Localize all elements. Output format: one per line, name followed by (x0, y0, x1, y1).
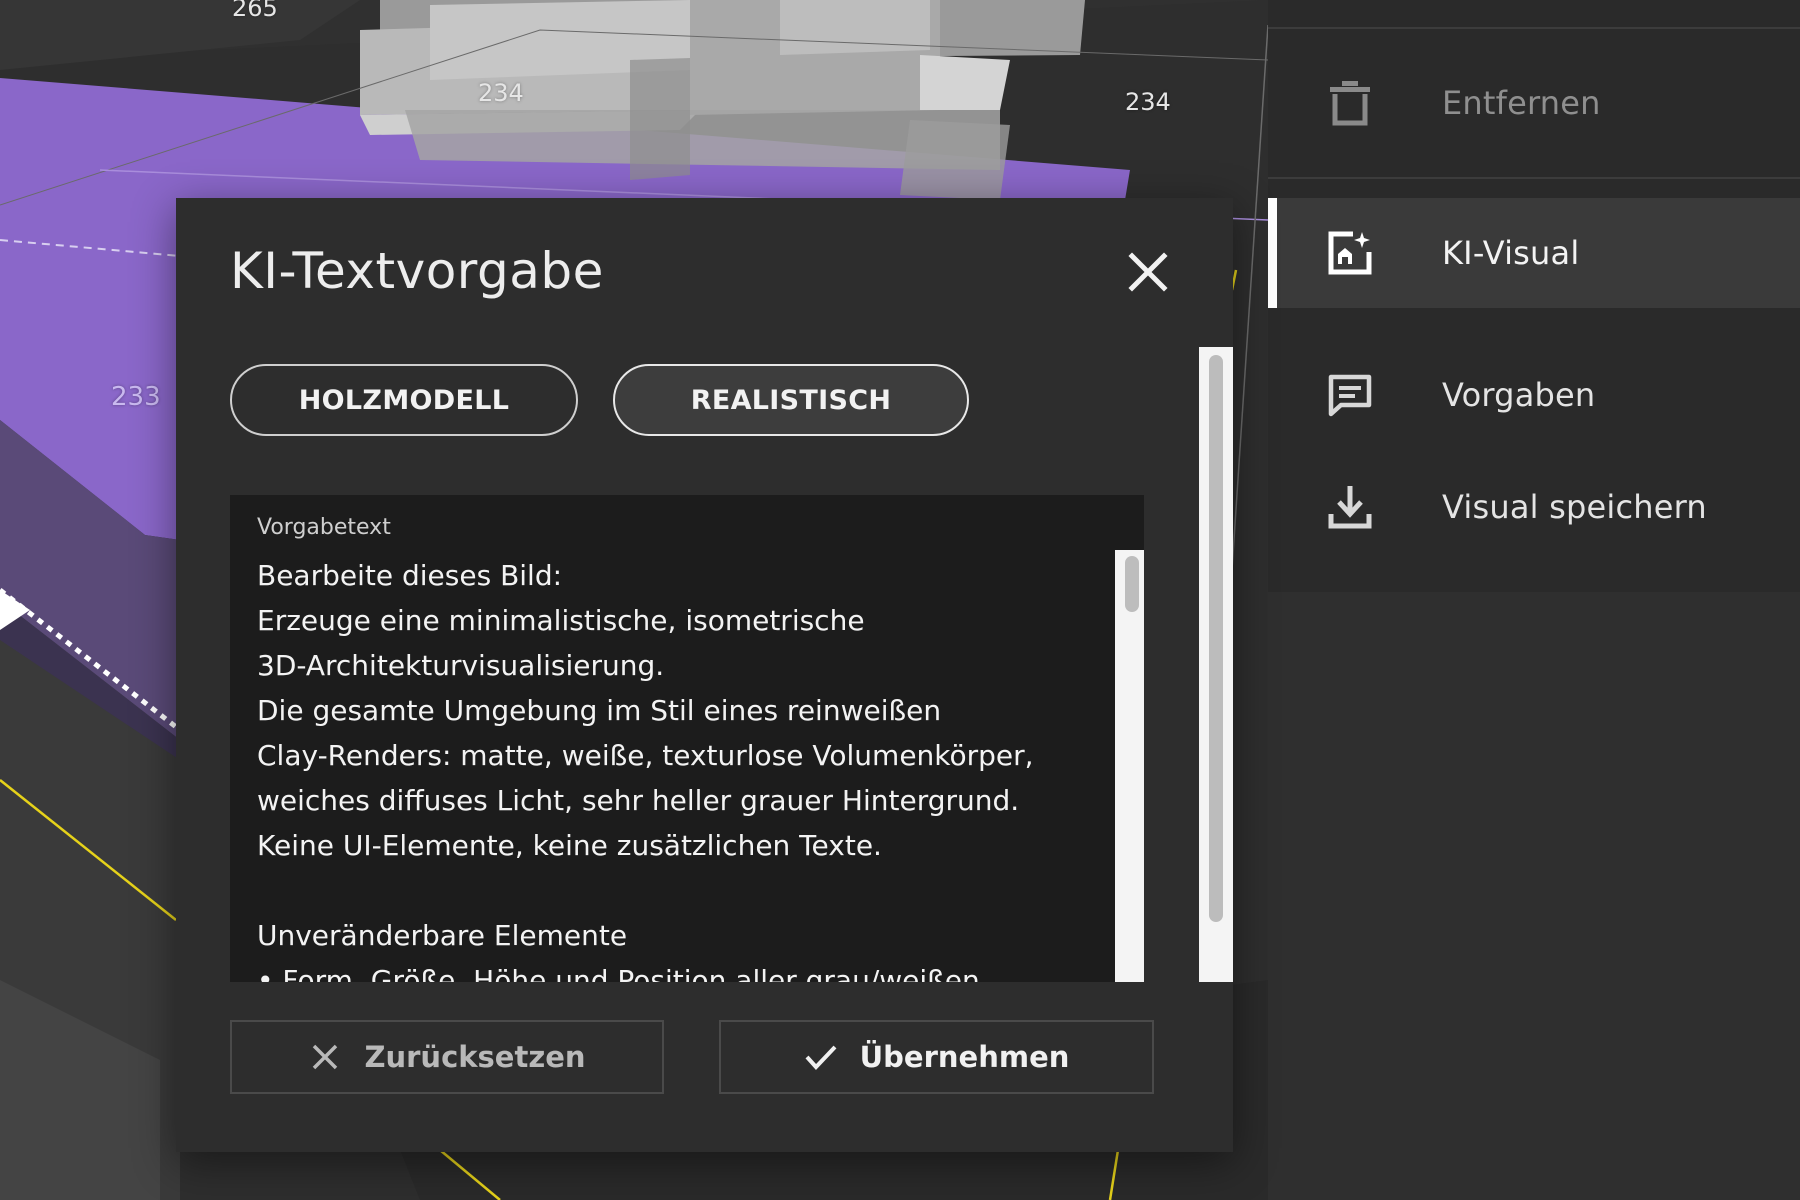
check-icon (804, 1040, 838, 1074)
sidebar-item-ki-visual[interactable]: KI-Visual (1268, 198, 1800, 308)
close-button[interactable] (1124, 250, 1172, 298)
height-label: 265 (232, 0, 278, 22)
style-option-holzmodell[interactable]: HOLZMODELL (230, 364, 578, 436)
sidebar-menu: Entfernen KI-Visual Vorgaben Visual spei… (1268, 0, 1800, 592)
x-icon (308, 1040, 342, 1074)
prompt-textarea[interactable]: Vorgabetext Bearbeite dieses Bild: Erzeu… (230, 495, 1144, 982)
apply-button-label: Übernehmen (859, 1040, 1070, 1074)
sidebar-item-label: Vorgaben (1442, 376, 1596, 414)
sidebar-item-label: Entfernen (1442, 84, 1601, 122)
comment-icon (1326, 371, 1374, 419)
dialog-scrollbar-thumb[interactable] (1209, 355, 1223, 922)
download-icon (1326, 483, 1374, 531)
prompt-scrollbar[interactable] (1115, 550, 1144, 982)
style-option-realistisch[interactable]: REALISTISCH (613, 364, 969, 436)
apply-button[interactable]: Übernehmen (719, 1020, 1154, 1094)
reset-button-label: Zurücksetzen (364, 1040, 586, 1074)
ai-image-icon (1326, 229, 1374, 277)
divider (1268, 177, 1800, 179)
sidebar-item-entfernen[interactable]: Entfernen (1268, 48, 1800, 158)
prompt-scrollbar-thumb[interactable] (1125, 556, 1139, 612)
dialog-scrollbar[interactable] (1199, 347, 1233, 982)
height-label: 234 (1125, 88, 1171, 116)
height-label: 234 (478, 79, 524, 107)
sidebar-item-vorgaben[interactable]: Vorgaben (1268, 340, 1800, 450)
reset-button[interactable]: Zurücksetzen (230, 1020, 664, 1094)
prompt-text[interactable]: Bearbeite dieses Bild: Erzeuge eine mini… (257, 553, 1087, 982)
height-label: 233 (111, 382, 161, 412)
ki-textvorgabe-dialog: KI-Textvorgabe HOLZMODELL REALISTISCH Vo… (176, 198, 1233, 1152)
divider (1268, 27, 1800, 29)
right-sidebar: Entfernen KI-Visual Vorgaben Visual spei… (1268, 0, 1800, 1200)
sidebar-item-visual-speichern[interactable]: Visual speichern (1268, 452, 1800, 562)
dialog-title: KI-Textvorgabe (230, 242, 604, 300)
trash-icon (1326, 79, 1374, 127)
prompt-field-label: Vorgabetext (257, 515, 391, 540)
sidebar-item-label: KI-Visual (1442, 234, 1580, 272)
close-icon (1128, 252, 1168, 296)
sidebar-item-label: Visual speichern (1442, 488, 1707, 526)
